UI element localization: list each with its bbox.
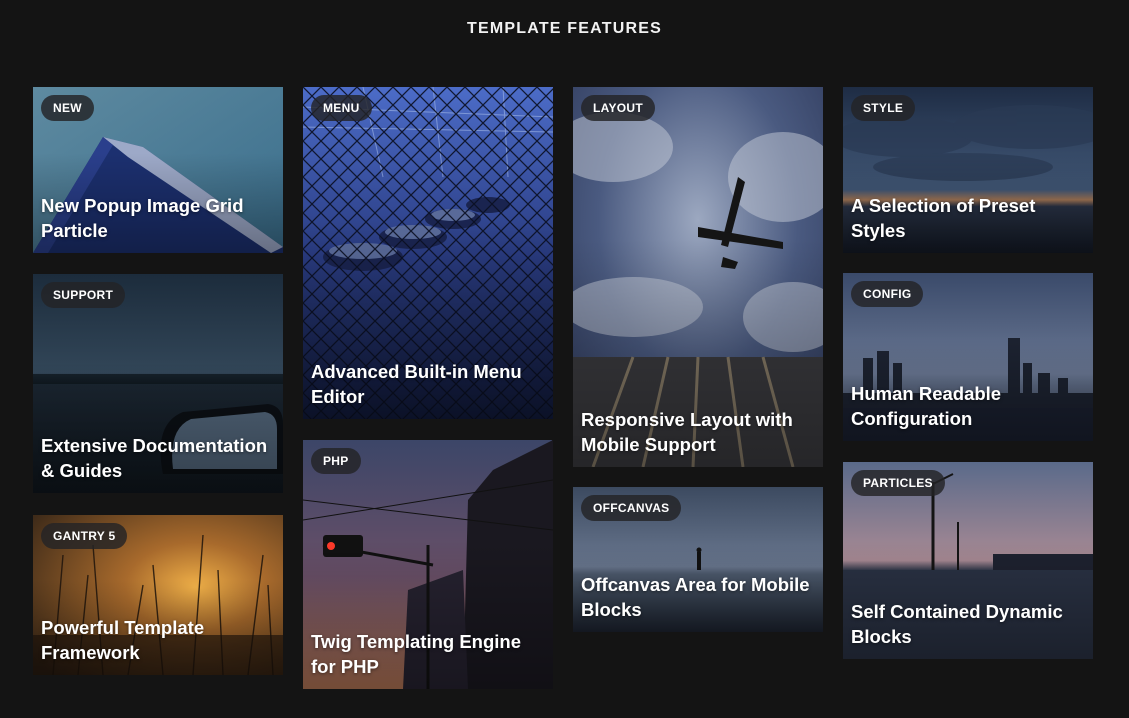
card-title[interactable]: Offcanvas Area for Mobile Blocks xyxy=(581,572,813,622)
feature-card-style[interactable]: STYLE A Selection of Preset Styles xyxy=(843,87,1093,253)
card-badge: STYLE xyxy=(851,95,916,121)
feature-card-offcanvas[interactable]: OFFCANVAS Offcanvas Area for Mobile Bloc… xyxy=(573,487,823,632)
card-title[interactable]: Self Contained Dynamic Blocks xyxy=(851,599,1083,649)
card-badge: SUPPORT xyxy=(41,282,126,308)
card-badge: MENU xyxy=(311,95,372,121)
card-title[interactable]: Responsive Layout with Mobile Support xyxy=(581,407,813,457)
card-title[interactable]: Powerful Template Framework xyxy=(41,615,273,665)
card-title[interactable]: Human Readable Configuration xyxy=(851,381,1083,431)
section-title: TEMPLATE FEATURES xyxy=(467,20,662,37)
card-badge: LAYOUT xyxy=(581,95,656,121)
feature-card-php[interactable]: PHP Twig Templating Engine for PHP xyxy=(303,440,553,689)
card-badge: PHP xyxy=(311,448,361,474)
feature-card-particles[interactable]: PARTICLES Self Contained Dynamic Blocks xyxy=(843,462,1093,659)
card-badge: NEW xyxy=(41,95,94,121)
card-title[interactable]: New Popup Image Grid Particle xyxy=(41,193,273,243)
card-badge: OFFCANVAS xyxy=(581,495,682,521)
card-title[interactable]: Extensive Documentation & Guides xyxy=(41,433,273,483)
card-title[interactable]: Advanced Built-in Menu Editor xyxy=(311,359,543,409)
feature-card-new[interactable]: NEW New Popup Image Grid Particle xyxy=(33,87,283,253)
card-badge: CONFIG xyxy=(851,281,924,307)
card-title[interactable]: Twig Templating Engine for PHP xyxy=(311,629,543,679)
feature-card-layout[interactable]: LAYOUT Responsive Layout with Mobile Sup… xyxy=(573,87,823,467)
feature-card-support[interactable]: SUPPORT Extensive Documentation & Guides xyxy=(33,274,283,493)
features-page: TEMPLATE FEATURES NEW New Popup Image Gr… xyxy=(0,0,1129,718)
feature-card-menu[interactable]: MENU Advanced Built-in Menu Editor xyxy=(303,87,553,419)
card-badge: PARTICLES xyxy=(851,470,945,496)
card-title[interactable]: A Selection of Preset Styles xyxy=(851,193,1083,243)
feature-card-config[interactable]: CONFIG Human Readable Configuration xyxy=(843,273,1093,441)
feature-card-gantry[interactable]: GANTRY 5 Powerful Template Framework xyxy=(33,515,283,675)
card-badge: GANTRY 5 xyxy=(41,523,128,549)
